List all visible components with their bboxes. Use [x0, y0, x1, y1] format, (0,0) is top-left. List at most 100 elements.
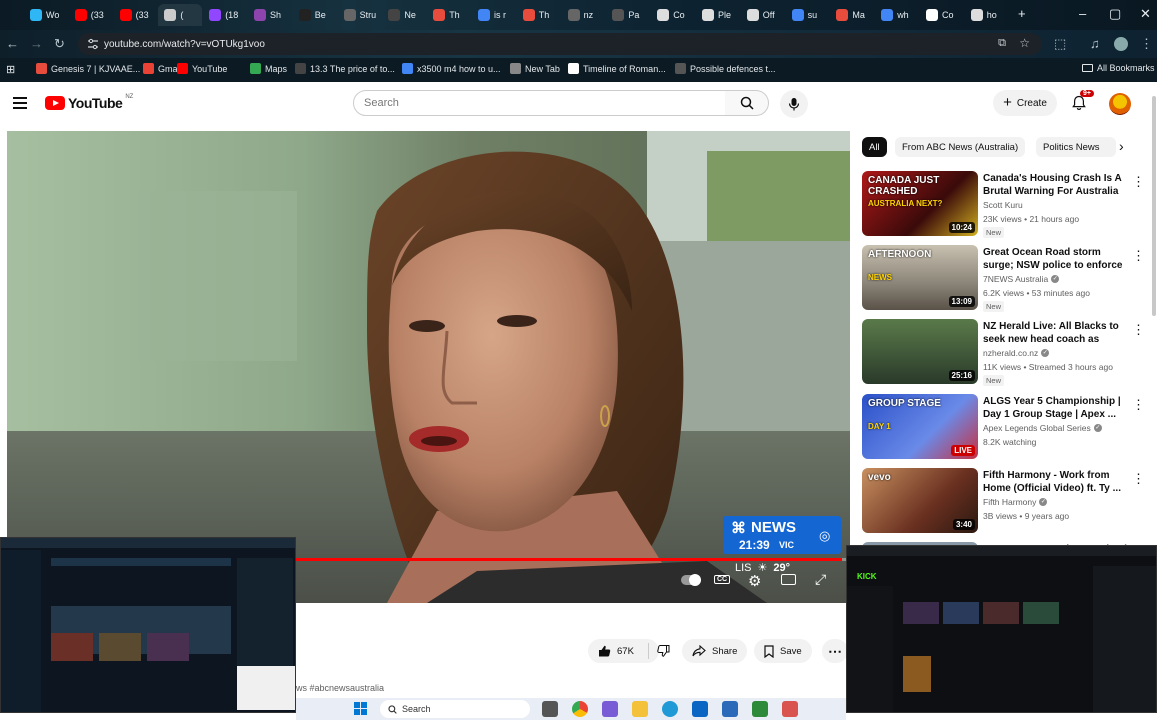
voice-search-button[interactable]	[780, 90, 808, 118]
bookmark-item[interactable]: Gmail	[143, 63, 182, 74]
browser-tab[interactable]: (33	[69, 4, 113, 26]
edge-icon[interactable]	[662, 701, 678, 717]
bookmark-item[interactable]: Genesis 7 | KJVAAE...	[36, 63, 140, 74]
recommendation-title[interactable]: Canada's Housing Crash Is A Brutal Warni…	[983, 172, 1129, 198]
media-icon[interactable]: ♫	[1090, 36, 1100, 51]
recommendation-title[interactable]: NZ Herald Live: All Blacks to seek new h…	[983, 320, 1129, 346]
share-button[interactable]: Share	[682, 639, 748, 663]
filter-chip[interactable]: From ABC News (Australia)	[895, 137, 1026, 157]
video-thumbnail[interactable]: AFTERNOON NEWS 13:09	[862, 245, 978, 311]
channel-name[interactable]: Fifth Harmony ✓	[983, 497, 1048, 507]
browser-tab[interactable]: Pa	[606, 4, 650, 26]
forward-arrow-icon[interactable]: →	[30, 36, 43, 51]
minimize-icon[interactable]: –	[1079, 6, 1086, 21]
file-explorer-icon[interactable]	[632, 701, 648, 717]
app-icon[interactable]	[782, 701, 798, 717]
video-thumbnail[interactable]: CANADA JUST CRASHED AUSTRALIA NEXT? 10:24	[862, 171, 978, 236]
new-tab-plus-icon[interactable]: +	[1018, 6, 1026, 21]
recommendation-card[interactable]: CANADA JUST CRASHED AUSTRALIA NEXT? 10:24 C…	[862, 171, 1150, 238]
channel-name[interactable]: Scott Kuru	[983, 200, 1023, 210]
site-info-icon[interactable]	[87, 38, 99, 50]
screen-share-thumbnail-left[interactable]	[0, 537, 296, 713]
app-icon[interactable]	[722, 701, 738, 717]
search-button[interactable]	[725, 90, 769, 116]
windows-start-icon[interactable]	[354, 702, 368, 716]
more-options-icon[interactable]: ⋮	[1132, 175, 1145, 188]
hamburger-menu-icon[interactable]	[13, 97, 27, 109]
browser-tab[interactable]: ho	[965, 4, 1009, 26]
save-button[interactable]: Save	[754, 639, 812, 663]
maximize-icon[interactable]: ▢	[1109, 6, 1121, 22]
back-arrow-icon[interactable]: ←	[6, 36, 19, 51]
browser-tab[interactable]: Ne	[382, 4, 426, 26]
all-bookmarks-button[interactable]: All Bookmarks	[1082, 63, 1155, 73]
recommendation-title[interactable]: Great Ocean Road storm surge; NSW police…	[983, 246, 1129, 272]
more-actions-button[interactable]: ⋯	[822, 639, 848, 663]
chips-next-chevron-icon[interactable]: ›	[1119, 138, 1124, 154]
browser-tab[interactable]: (	[158, 4, 203, 26]
extensions-icon[interactable]: ⬚	[1054, 36, 1066, 52]
bookmark-item[interactable]: 13.3 The price of to...	[295, 63, 395, 74]
captions-icon[interactable]: CC	[714, 575, 731, 584]
apps-grid-icon[interactable]: ⊞	[6, 63, 15, 76]
bookmark-item[interactable]: Possible defences t...	[675, 63, 776, 74]
dislike-button[interactable]	[648, 639, 678, 663]
bookmark-item[interactable]: Maps	[250, 63, 287, 74]
more-options-icon[interactable]: ⋮	[1132, 323, 1145, 336]
browser-tab[interactable]: Be	[293, 4, 337, 26]
close-window-icon[interactable]: ✕	[1140, 6, 1151, 22]
channel-name[interactable]: Apex Legends Global Series ✓	[983, 423, 1102, 433]
filter-chip[interactable]: Politics News	[1036, 137, 1116, 157]
bookmark-item[interactable]: New Tab	[510, 63, 560, 74]
install-app-icon[interactable]: ⧉	[998, 37, 1006, 50]
fullscreen-icon[interactable]: ⤢	[815, 571, 826, 588]
more-options-icon[interactable]: ⋮	[1132, 398, 1145, 411]
app-icon[interactable]	[752, 701, 768, 717]
youtube-logo[interactable]: YouTube NZ	[45, 94, 133, 111]
browser-tab[interactable]: nz	[562, 4, 606, 26]
reload-icon[interactable]: ↻	[54, 36, 65, 52]
more-options-icon[interactable]: ⋮	[1132, 472, 1145, 485]
browser-tab[interactable]: su	[786, 4, 830, 26]
search-input[interactable]: Search	[353, 90, 726, 116]
page-scrollbar[interactable]	[1152, 96, 1156, 316]
notifications-button[interactable]: 9+	[1072, 90, 1094, 116]
bookmark-item[interactable]: YouTube	[177, 63, 227, 74]
recommendation-card[interactable]: GROUP STAGE DAY 1 LIVE ALGS Year 5 Champion…	[862, 393, 1150, 460]
bookmark-star-icon[interactable]: ☆	[1019, 36, 1030, 50]
description-hashtags[interactable]: ws #abcnewsaustralia	[296, 683, 384, 693]
browser-tab[interactable]: Ple	[696, 4, 740, 26]
miniplayer-icon[interactable]	[781, 574, 796, 585]
browser-tab[interactable]: Stru	[338, 4, 382, 26]
video-thumbnail[interactable]: GROUP STAGE DAY 1 LIVE	[862, 393, 978, 459]
autoplay-toggle[interactable]	[681, 574, 701, 586]
task-view-icon[interactable]	[542, 701, 558, 717]
browser-tab[interactable]: Wo	[24, 4, 68, 26]
recommendation-title[interactable]: Fifth Harmony - Work from Home (Official…	[983, 469, 1129, 495]
address-bar[interactable]: youtube.com/watch?v=vOTUkg1voo ⧉ ☆	[78, 33, 1042, 55]
recommendation-card[interactable]: 25:16 NZ Herald Live: All Blacks to seek …	[862, 319, 1150, 387]
browser-tab[interactable]: Th	[517, 4, 561, 26]
video-thumbnail[interactable]: 25:16	[862, 319, 978, 385]
mail-icon[interactable]	[692, 701, 708, 717]
screen-share-thumbnail-right[interactable]: KICK	[846, 545, 1157, 713]
user-avatar[interactable]	[1109, 93, 1131, 115]
profile-avatar-icon[interactable]	[1114, 37, 1128, 51]
browser-menu-icon[interactable]: ⋮	[1140, 36, 1153, 52]
browser-tab[interactable]: Co	[651, 4, 695, 26]
browser-tab[interactable]: Off	[741, 4, 785, 26]
bookmark-item[interactable]: Timeline of Roman...	[568, 63, 666, 74]
browser-tab[interactable]: (33	[114, 4, 158, 26]
app-icon[interactable]	[602, 701, 618, 717]
more-options-icon[interactable]: ⋮	[1132, 249, 1145, 262]
recommendation-title[interactable]: ALGS Year 5 Championship | Day 1 Group S…	[983, 395, 1129, 421]
video-thumbnail[interactable]: vevo 3:40	[862, 467, 978, 533]
recommendation-card[interactable]: vevo 3:40 Fifth Harmony - Work from Home (…	[862, 467, 1150, 534]
taskbar-search[interactable]: Search	[380, 700, 530, 718]
bookmark-item[interactable]: x3500 m4 how to u...	[402, 63, 501, 74]
browser-tab[interactable]: Sh	[248, 4, 292, 26]
browser-tab[interactable]: Ma	[830, 4, 874, 26]
browser-tab[interactable]: Th	[427, 4, 471, 26]
recommendation-card[interactable]: AFTERNOON NEWS 13:09 Great Ocean Road storm…	[862, 245, 1150, 313]
browser-tab[interactable]: wh	[875, 4, 919, 26]
